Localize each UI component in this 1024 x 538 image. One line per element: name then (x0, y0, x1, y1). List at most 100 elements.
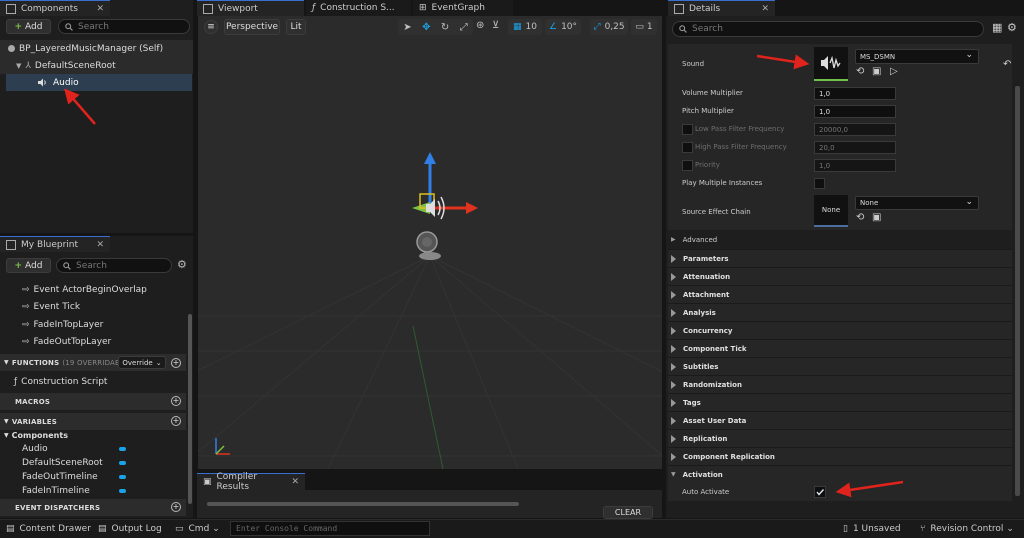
tree-item-self[interactable]: BP_LayeredMusicManager (Self) (0, 40, 193, 57)
reset-icon[interactable]: ↶ (1003, 59, 1011, 70)
high-pass-checkbox[interactable] (682, 142, 693, 153)
clear-button[interactable]: CLEAR (603, 506, 653, 519)
play-icon[interactable]: ▷ (890, 66, 898, 77)
close-icon[interactable]: ✕ (96, 4, 104, 14)
scrollbar[interactable] (188, 314, 192, 504)
console-input[interactable]: Enter Console Command (230, 521, 430, 536)
tab-viewport[interactable]: Viewport (197, 0, 304, 16)
override-dropdown[interactable]: Override ⌄ (118, 356, 166, 369)
low-pass-checkbox[interactable] (682, 124, 693, 135)
add-macro-icon[interactable]: + (171, 396, 181, 406)
tab-compiler-results[interactable]: ▣ Compiler Results ✕ (197, 472, 305, 492)
scale-icon[interactable]: ⤢ (460, 22, 468, 33)
event-item[interactable]: ⇨ FadeInTopLayer (0, 316, 193, 334)
play-multiple-checkbox[interactable] (814, 178, 825, 189)
add-function-icon[interactable]: + (171, 358, 181, 368)
details-scrollbar[interactable] (1015, 86, 1020, 496)
priority-checkbox[interactable] (682, 160, 693, 171)
category-randomization[interactable]: Randomization (668, 375, 1012, 393)
tab-my-blueprint[interactable]: My Blueprint ✕ (0, 236, 110, 252)
event-dispatchers-section-header[interactable]: EVENT DISPATCHERS (0, 499, 186, 516)
scale-snap-toggle[interactable]: ⤢ 0,25 (590, 19, 628, 35)
tab-components[interactable]: Components ✕ (0, 0, 110, 16)
viewport-tab-icon (203, 3, 213, 14)
add-component-button[interactable]: + Add (6, 19, 51, 34)
category-asset-user-data[interactable]: Asset User Data (668, 411, 1012, 429)
variable-item[interactable]: DefaultSceneRoot (0, 456, 193, 470)
category-component-replication[interactable]: Component Replication (668, 447, 1012, 465)
blueprint-search-input[interactable]: Search (56, 258, 172, 273)
camera-icon: ▭ (635, 22, 644, 32)
priority-field[interactable]: 1,0 (814, 159, 896, 172)
variable-item[interactable]: FadeInTimeline (0, 484, 193, 498)
revision-control-button[interactable]: ⑂ Revision Control ⌄ (920, 520, 1014, 537)
category-subtitles[interactable]: Subtitles (668, 357, 1012, 375)
category-activation[interactable]: ▼ Activation (668, 465, 1012, 483)
construction-script-item[interactable]: ƒ Construction Script (0, 373, 193, 391)
close-icon[interactable]: ✕ (761, 4, 769, 14)
category-component-tick[interactable]: Component Tick (668, 339, 1012, 357)
unsaved-indicator[interactable]: ▯ 1 Unsaved (843, 520, 901, 537)
tab-event-graph[interactable]: ⊞ EventGraph (413, 0, 513, 16)
category-parameters[interactable]: Parameters (668, 249, 1012, 267)
gear-icon[interactable]: ⚙ (1007, 21, 1017, 34)
source-effect-thumbnail[interactable]: None (814, 195, 848, 227)
sound-thumbnail[interactable] (814, 47, 848, 81)
auto-activate-checkbox[interactable] (814, 486, 826, 498)
source-effect-dropdown[interactable]: None ⌄ (855, 196, 979, 210)
browse-back-icon[interactable]: ⟲ (856, 212, 864, 223)
sound-asset-dropdown[interactable]: MS_DSMN ⌄ (855, 49, 979, 64)
camera-speed-button[interactable]: ▭ 1 (631, 19, 657, 35)
translate-icon[interactable]: ✥ (422, 22, 430, 33)
event-item[interactable]: ⇨ FadeOutTopLayer (0, 333, 193, 351)
variables-group[interactable]: ▼ Components (0, 428, 193, 443)
category-label: Subtitles (683, 362, 719, 371)
details-search-input[interactable]: Search (672, 21, 984, 37)
select-icon[interactable]: ➤ (403, 22, 411, 33)
category-replication[interactable]: Replication (668, 429, 1012, 447)
category-attenuation[interactable]: Attenuation (668, 267, 1012, 285)
browse-folder-icon[interactable]: ▣ (872, 212, 881, 223)
tab-details[interactable]: Details ✕ (668, 0, 775, 16)
content-drawer-button[interactable]: ▤ Content Drawer (6, 520, 91, 537)
viewport-menu-button[interactable]: ≡ (204, 20, 218, 34)
grid-snap-toggle[interactable]: ▦ 10 (508, 19, 542, 35)
pitch-multiplier-field[interactable]: 1,0 (814, 105, 896, 118)
output-log-button[interactable]: ▤ Output Log (98, 520, 162, 537)
category-analysis[interactable]: Analysis (668, 303, 1012, 321)
lit-button[interactable]: Lit (286, 19, 306, 35)
add-dispatcher-icon[interactable]: + (171, 502, 181, 512)
surface-snap-icon[interactable]: ⊻ (492, 20, 499, 31)
add-variable-icon[interactable]: + (171, 416, 181, 426)
tree-item-audio[interactable]: Audio (6, 74, 192, 91)
compiler-scrollbar[interactable] (207, 502, 519, 506)
advanced-row[interactable]: ▶ Advanced (668, 231, 1012, 248)
cmd-dropdown[interactable]: ▭ Cmd ⌄ (175, 520, 220, 537)
event-item[interactable]: ⇨ Event ActorBeginOverlap (0, 281, 193, 299)
tab-construction-script[interactable]: ƒ Construction S... (306, 0, 411, 16)
gear-icon[interactable]: ⚙ (177, 258, 187, 271)
volume-multiplier-field[interactable]: 1,0 (814, 87, 896, 100)
variable-item[interactable]: Audio (0, 442, 193, 456)
category-tags[interactable]: Tags (668, 393, 1012, 411)
category-attachment[interactable]: Attachment (668, 285, 1012, 303)
table-view-icon[interactable]: ▦ (992, 21, 1002, 34)
rotation-snap-toggle[interactable]: ∠ 10° (545, 19, 581, 35)
rotate-icon[interactable]: ↻ (441, 22, 449, 33)
add-blueprint-button[interactable]: + Add (6, 258, 51, 273)
high-pass-field[interactable]: 20,0 (814, 141, 896, 154)
tree-item-defaultsceneroot[interactable]: ▼ ⅄ DefaultSceneRoot (0, 57, 193, 74)
perspective-button[interactable]: Perspective (224, 19, 280, 35)
components-search-input[interactable]: Search (58, 19, 190, 34)
category-concurrency[interactable]: Concurrency (668, 321, 1012, 339)
world-local-icon[interactable]: ⊛ (476, 20, 484, 31)
close-icon[interactable]: ✕ (96, 240, 104, 250)
low-pass-field[interactable]: 20000,0 (814, 123, 896, 136)
viewport[interactable]: ≡ Perspective Lit ➤ ✥ ↻ ⤢ ⊛ ⊻ ▦ 10 ∠ 10°… (198, 16, 662, 469)
browse-folder-icon[interactable]: ▣ (872, 66, 881, 77)
event-item[interactable]: ⇨ Event Tick (0, 298, 193, 316)
variable-item[interactable]: FadeOutTimeline (0, 470, 193, 484)
macros-section-header[interactable]: MACROS (0, 393, 186, 410)
close-icon[interactable]: ✕ (291, 477, 299, 487)
browse-back-icon[interactable]: ⟲ (856, 66, 864, 77)
